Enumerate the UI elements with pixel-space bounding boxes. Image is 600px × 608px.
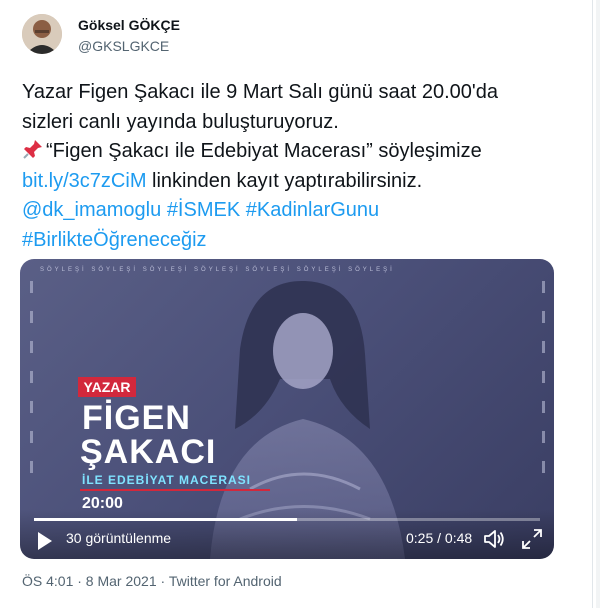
author-badge: YAZAR [78, 377, 136, 397]
video-strip-left [26, 281, 36, 481]
pushpin-icon [22, 138, 44, 160]
tweet-line-6: #BirlikteÖğreneceğiz [22, 226, 572, 256]
tweet-line-2: sizleri canlı yayında buluşturuyoruz. [22, 110, 339, 133]
tweet-line-3-text: “Figen Şakacı ile Edebiyat Macerası” söy… [46, 140, 482, 162]
play-button[interactable] [32, 529, 56, 553]
tweet-line-4: bit.ly/3c7zCiM linkinden kayıt yaptırabi… [22, 167, 572, 197]
tweet-line-5: @dk_imamoglu #İSMEK #KadinlarGunu [22, 196, 572, 226]
video-name-line-2: ŞAKACI [80, 433, 217, 471]
play-icon [38, 532, 52, 550]
hashtag-kadinlargunu[interactable]: #KadinlarGunu [246, 199, 379, 221]
volume-button[interactable] [482, 527, 506, 551]
short-link[interactable]: bit.ly/3c7zCiM [22, 170, 146, 192]
video-event-title: İLE EDEBİYAT MACERASI [82, 473, 252, 487]
video-divider [80, 489, 270, 491]
video-player[interactable]: SÖYLEŞİ SÖYLEŞİ SÖYLEŞİ SÖYLEŞİ SÖYLEŞİ … [20, 259, 554, 559]
volume-icon [484, 530, 504, 548]
scroll-edge [596, 0, 600, 608]
avatar-photo [22, 14, 62, 54]
fullscreen-icon [522, 529, 542, 549]
tweet-line-4-text: linkinden kayıt yaptırabilirsiniz. [146, 169, 423, 192]
author-handle[interactable]: @GKSLGKCE [78, 38, 169, 54]
video-progress-fill [34, 518, 297, 521]
tweet-text: Yazar Figen Şakacı ile 9 Mart Salı günü … [22, 78, 572, 255]
tweet-timestamp[interactable]: ÖS 4:01 · 8 Mar 2021 · Twitter for Andro… [22, 573, 282, 589]
time-readout: 0:25 / 0:48 [406, 530, 473, 546]
tweet-line-1: Yazar Figen Şakacı ile 9 Mart Salı günü … [22, 81, 498, 103]
video-strip-right [538, 281, 548, 481]
tweet-line-3: “Figen Şakacı ile Edebiyat Macerası” söy… [22, 137, 572, 167]
tweet-card: Göksel GÖKÇE @GKSLGKCE Yazar Figen Şakac… [0, 0, 590, 608]
fullscreen-button[interactable] [520, 527, 544, 551]
panel-divider [592, 0, 593, 608]
avatar[interactable] [22, 14, 62, 54]
view-count: 30 görüntülenme [66, 530, 172, 546]
hashtag-ismek[interactable]: #İSMEK [167, 199, 240, 221]
mention-link[interactable]: @dk_imamoglu [22, 199, 161, 221]
hashtag-birlikteogrenecegiz[interactable]: #BirlikteÖğreneceğiz [22, 229, 207, 251]
author-name[interactable]: Göksel GÖKÇE [78, 17, 180, 33]
